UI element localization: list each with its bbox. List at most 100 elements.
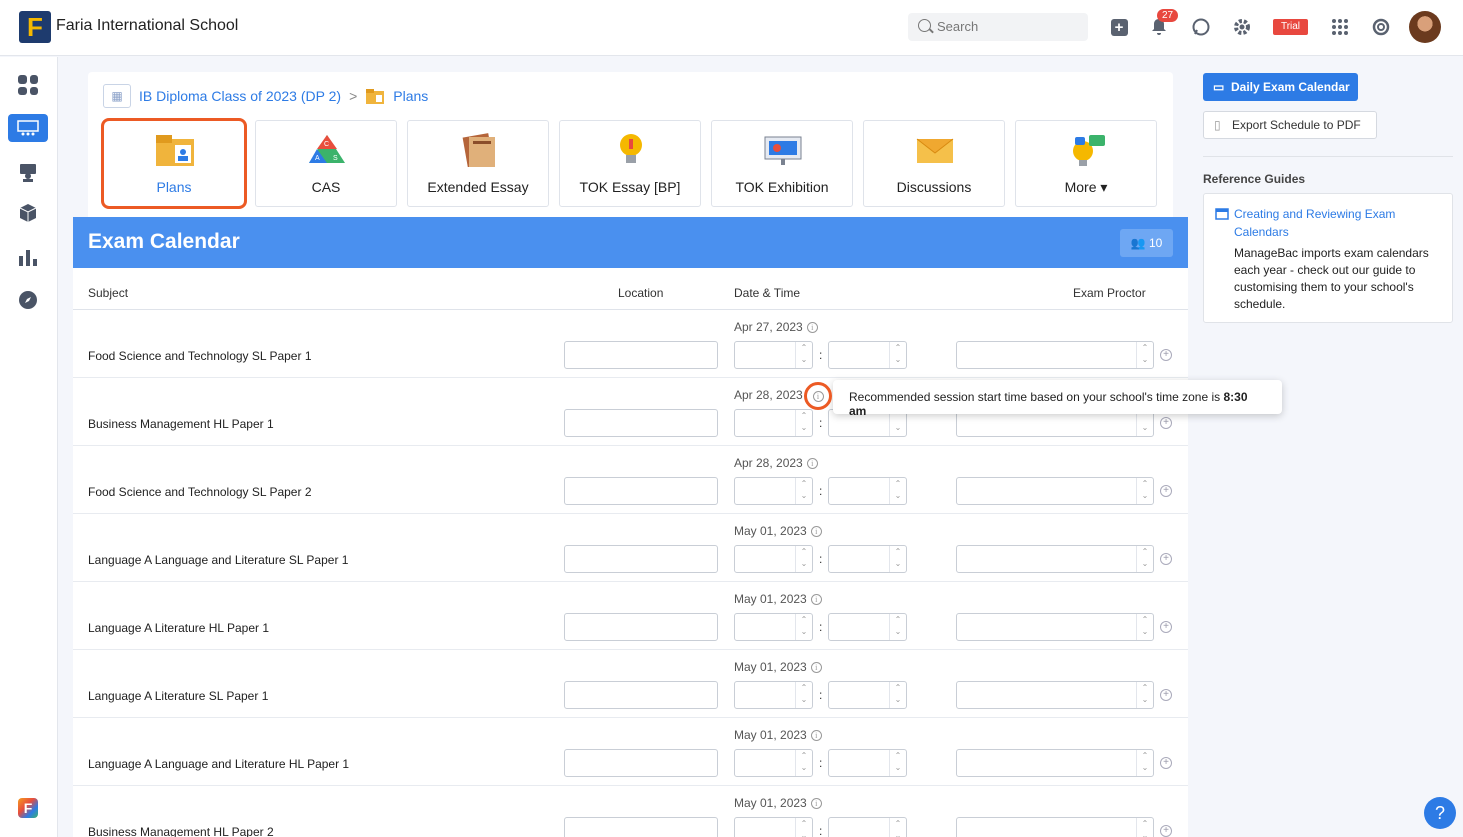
info-icon[interactable]: i — [810, 525, 822, 537]
daily-exam-calendar-button[interactable]: ▭ Daily Exam Calendar — [1203, 73, 1358, 101]
stepper-arrows[interactable]: ⌃ ⌄ — [795, 410, 812, 436]
info-icon[interactable]: i — [806, 321, 818, 333]
stepper-arrows[interactable]: ⌃ ⌄ — [1136, 478, 1153, 504]
stepper-arrows[interactable]: ⌃ ⌄ — [889, 342, 906, 368]
minute-input[interactable]: ⌃ ⌄ — [828, 749, 907, 777]
location-input[interactable] — [564, 477, 718, 505]
faria-apps-icon[interactable]: F — [18, 798, 38, 818]
add-proctor-icon[interactable]: + — [1160, 689, 1172, 701]
location-input[interactable] — [564, 409, 718, 437]
apps-grid-icon[interactable] — [1329, 16, 1351, 38]
location-input[interactable] — [564, 749, 718, 777]
stepper-arrows[interactable]: ⌃ ⌄ — [1136, 342, 1153, 368]
location-input[interactable] — [564, 341, 718, 369]
stepper-arrows[interactable]: ⌃ ⌄ — [795, 546, 812, 572]
minute-input[interactable]: ⌃ ⌄ — [828, 477, 907, 505]
proctor-select[interactable]: ⌃ ⌄ — [956, 817, 1154, 837]
minute-input[interactable]: ⌃ ⌄ — [828, 817, 907, 837]
hour-input[interactable]: ⌃ ⌄ — [734, 749, 813, 777]
minute-input[interactable]: ⌃ ⌄ — [828, 545, 907, 573]
tile-cas[interactable]: CAS CAS — [255, 120, 397, 207]
location-input[interactable] — [564, 817, 718, 837]
hour-input[interactable]: ⌃ ⌄ — [734, 341, 813, 369]
tile-more[interactable]: More ▾ — [1015, 120, 1157, 207]
add-proctor-icon[interactable]: + — [1160, 349, 1172, 361]
hour-input[interactable]: ⌃ ⌄ — [734, 681, 813, 709]
proctor-select[interactable]: ⌃ ⌄ — [956, 681, 1154, 709]
location-input[interactable] — [564, 545, 718, 573]
add-button[interactable]: + — [1108, 16, 1130, 38]
proctor-select[interactable]: ⌃ ⌄ — [956, 613, 1154, 641]
proctor-select[interactable]: ⌃ ⌄ — [956, 477, 1154, 505]
compass-icon[interactable] — [16, 288, 40, 312]
info-icon[interactable]: i — [810, 729, 822, 741]
stepper-arrows[interactable]: ⌃ ⌄ — [1136, 546, 1153, 572]
school-name[interactable]: Faria International School — [56, 17, 238, 35]
chat-icon[interactable] — [1190, 16, 1212, 38]
trial-badge[interactable]: Trial — [1273, 19, 1308, 35]
stepper-arrows[interactable]: ⌃ ⌄ — [1136, 682, 1153, 708]
add-proctor-icon[interactable]: + — [1160, 485, 1172, 497]
minute-input[interactable]: ⌃ ⌄ — [828, 613, 907, 641]
info-icon[interactable]: i — [810, 661, 822, 673]
stepper-arrows[interactable]: ⌃ ⌄ — [889, 682, 906, 708]
minute-input[interactable]: ⌃ ⌄ — [828, 341, 907, 369]
stepper-arrows[interactable]: ⌃ ⌄ — [795, 342, 812, 368]
breadcrumb-class[interactable]: IB Diploma Class of 2023 (DP 2) — [139, 88, 341, 104]
student-count-button[interactable]: 👥 10 — [1120, 229, 1173, 257]
stepper-arrows[interactable]: ⌃ ⌄ — [1136, 750, 1153, 776]
classes-icon[interactable] — [8, 114, 48, 142]
reports-chart-icon[interactable] — [16, 245, 40, 269]
stepper-arrows[interactable]: ⌃ ⌄ — [889, 546, 906, 572]
help-lifebuoy-icon[interactable] — [1370, 16, 1392, 38]
info-icon[interactable]: i — [810, 593, 822, 605]
minute-input[interactable]: ⌃ ⌄ — [828, 681, 907, 709]
tile-discussions[interactable]: Discussions — [863, 120, 1005, 207]
proctor-select[interactable]: ⌃ ⌄ — [956, 545, 1154, 573]
stepper-arrows[interactable]: ⌃ ⌄ — [889, 614, 906, 640]
add-proctor-icon[interactable]: + — [1160, 417, 1172, 429]
highlighted-info-icon[interactable]: i — [804, 382, 832, 410]
dashboard-icon[interactable] — [16, 73, 40, 97]
info-icon[interactable]: i — [810, 797, 822, 809]
hour-input[interactable]: ⌃ ⌄ — [734, 817, 813, 837]
add-proctor-icon[interactable]: + — [1160, 825, 1172, 837]
stepper-arrows[interactable]: ⌃ ⌄ — [795, 478, 812, 504]
stepper-arrows[interactable]: ⌃ ⌄ — [889, 478, 906, 504]
hour-input[interactable]: ⌃ ⌄ — [734, 477, 813, 505]
user-avatar[interactable] — [1409, 11, 1441, 43]
add-proctor-icon[interactable]: + — [1160, 621, 1172, 633]
stepper-arrows[interactable]: ⌃ ⌄ — [795, 818, 812, 837]
proctor-select[interactable]: ⌃ ⌄ — [956, 749, 1154, 777]
tile-tok-essay[interactable]: TOK Essay [BP] — [559, 120, 701, 207]
box-icon[interactable] — [16, 201, 40, 225]
stepper-arrows[interactable]: ⌃ ⌄ — [1136, 818, 1153, 837]
location-input[interactable] — [564, 613, 718, 641]
search-input[interactable]: Search — [908, 13, 1088, 41]
export-pdf-button[interactable]: ▯ Export Schedule to PDF — [1203, 111, 1377, 139]
stepper-arrows[interactable]: ⌃ ⌄ — [1136, 614, 1153, 640]
teacher-icon[interactable] — [16, 160, 40, 184]
class-grid-icon[interactable]: ▦ — [103, 84, 131, 108]
stepper-arrows[interactable]: ⌃ ⌄ — [795, 750, 812, 776]
stepper-arrows[interactable]: ⌃ ⌄ — [889, 750, 906, 776]
hour-input[interactable]: ⌃ ⌄ — [734, 409, 813, 437]
add-proctor-icon[interactable]: + — [1160, 553, 1172, 565]
stepper-arrows[interactable]: ⌃ ⌄ — [889, 818, 906, 837]
proctor-select[interactable]: ⌃ ⌄ — [956, 341, 1154, 369]
hour-input[interactable]: ⌃ ⌄ — [734, 613, 813, 641]
tile-extended-essay[interactable]: Extended Essay — [407, 120, 549, 207]
tile-plans[interactable]: Plans — [101, 118, 247, 209]
gear-icon[interactable] — [1231, 16, 1253, 38]
help-button[interactable]: ? — [1424, 797, 1456, 829]
breadcrumb-current[interactable]: Plans — [393, 88, 428, 104]
stepper-arrows[interactable]: ⌃ ⌄ — [795, 682, 812, 708]
school-logo[interactable]: F — [19, 11, 51, 43]
stepper-arrows[interactable]: ⌃ ⌄ — [795, 614, 812, 640]
location-input[interactable] — [564, 681, 718, 709]
tile-tok-exhibition[interactable]: TOK Exhibition — [711, 120, 853, 207]
info-icon[interactable]: i — [806, 457, 818, 469]
hour-input[interactable]: ⌃ ⌄ — [734, 545, 813, 573]
add-proctor-icon[interactable]: + — [1160, 757, 1172, 769]
guide-link[interactable]: Creating and Reviewing Exam Calendars — [1234, 205, 1444, 241]
